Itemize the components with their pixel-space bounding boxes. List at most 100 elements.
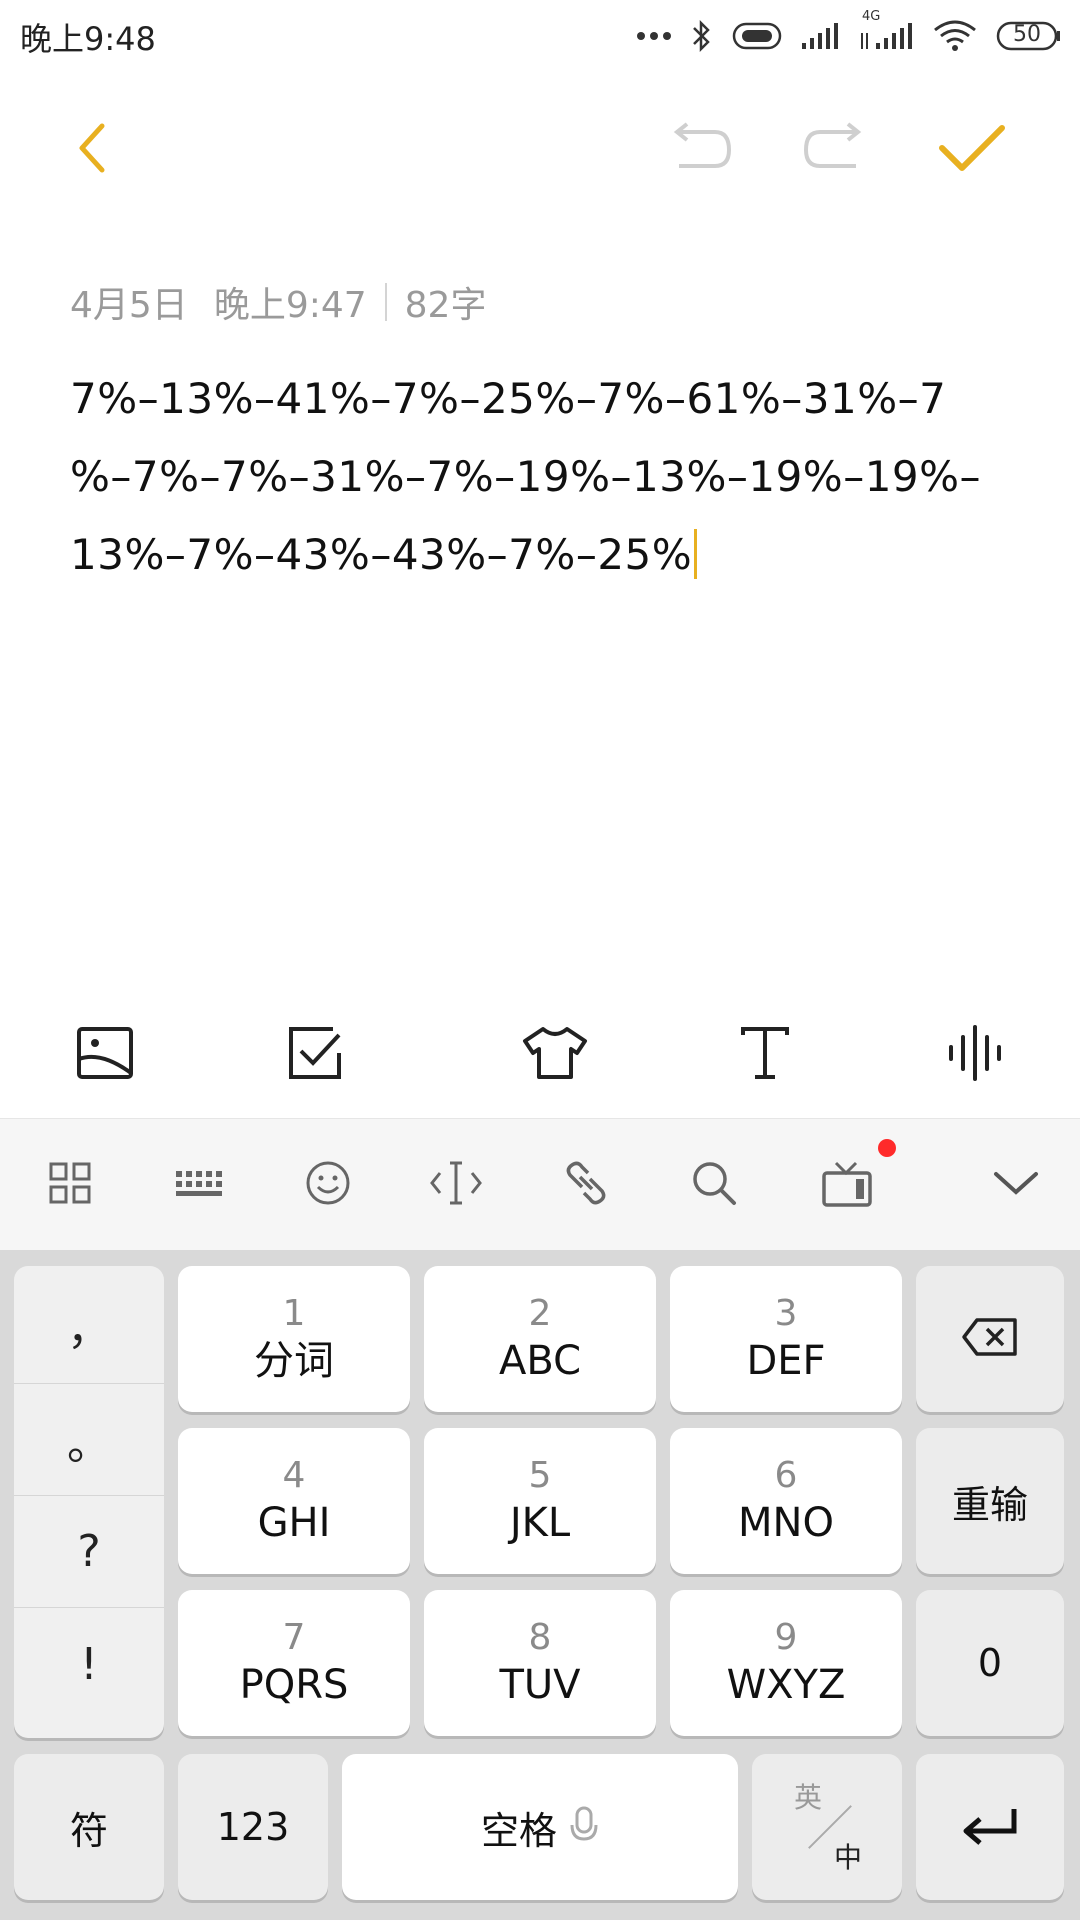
note-line-last: 13%–7%–43%–43%–7%–25% — [70, 516, 1000, 594]
notification-dot — [878, 1139, 896, 1157]
microphone-icon — [569, 1805, 599, 1849]
key-number: 1 — [282, 1293, 306, 1334]
undo-button[interactable] — [660, 110, 740, 190]
reenter-key[interactable]: 重输 — [916, 1428, 1064, 1574]
numbers-label: 123 — [216, 1805, 290, 1849]
theme-shirt-icon — [521, 1025, 589, 1085]
meta-divider — [384, 283, 387, 321]
key-number: 7 — [282, 1617, 306, 1658]
key-0-label: 0 — [977, 1641, 1003, 1685]
cursor-icon — [430, 1159, 482, 1211]
battery-level: 50 — [1013, 22, 1041, 47]
cursor-move-button[interactable] — [420, 1149, 492, 1221]
key-number: 3 — [774, 1293, 798, 1334]
enter-arrow-icon — [960, 1805, 1020, 1849]
video-button[interactable] — [812, 1139, 896, 1221]
key-letters: MNO — [738, 1500, 834, 1546]
checkbox-icon — [285, 1025, 345, 1085]
punct-comma-key[interactable]: ， — [14, 1266, 164, 1384]
emoji-icon — [304, 1159, 352, 1211]
key-1[interactable]: 1 分词 — [178, 1266, 410, 1412]
save-button[interactable] — [932, 110, 1012, 190]
keyboard-icon — [174, 1165, 222, 1205]
punctuation-column: ， 。 ? ! — [14, 1266, 164, 1738]
backspace-icon — [961, 1317, 1019, 1361]
key-letters: JKL — [509, 1500, 571, 1546]
signal-icon — [800, 21, 840, 51]
status-time: 晚上9:48 — [20, 20, 156, 58]
note-date: 4月5日 — [70, 285, 188, 326]
undo-icon — [665, 118, 735, 182]
keyboard-search-button[interactable] — [678, 1149, 750, 1221]
punct-period-key[interactable]: 。 — [14, 1384, 164, 1496]
voice-record-button[interactable] — [930, 1010, 1020, 1100]
status-bar: 晚上9:48 4G 50 — [0, 0, 1080, 72]
note-editor[interactable]: 7%–13%–41%–7%–25%–7%–61%–31%–7 %–7%–7%–3… — [70, 360, 1000, 594]
punct-question-key[interactable]: ? — [14, 1496, 164, 1608]
key-letters: 分词 — [254, 1338, 334, 1384]
note-line-text: 13%–7%–43%–43%–7%–25% — [70, 530, 693, 579]
key-0[interactable]: 0 — [916, 1590, 1064, 1736]
enter-key[interactable] — [916, 1754, 1064, 1900]
insert-image-button[interactable] — [60, 1010, 150, 1100]
key-8[interactable]: 8 TUV — [424, 1590, 656, 1736]
back-arrow-icon — [72, 118, 112, 182]
key-2[interactable]: 2 ABC — [424, 1266, 656, 1412]
key-4[interactable]: 4 GHI — [178, 1428, 410, 1574]
status-icons: 4G 50 — [636, 9, 1062, 58]
space-label: 空格 — [480, 1808, 557, 1853]
language-switch-key[interactable]: 英 中 — [752, 1754, 902, 1900]
format-toolbar — [0, 1000, 1080, 1120]
keyboard-layout-button[interactable] — [162, 1149, 234, 1221]
key-letters: WXYZ — [726, 1662, 846, 1708]
symbols-key[interactable]: 符 — [14, 1754, 164, 1900]
image-icon — [75, 1025, 135, 1085]
redo-button[interactable] — [795, 110, 875, 190]
key-number: 9 — [774, 1617, 798, 1658]
theme-button[interactable] — [510, 1010, 600, 1100]
hide-keyboard-button[interactable] — [980, 1149, 1052, 1221]
keyboard: ， 。 ? ! 1 分词 2 ABC 3 DEF 4 GHI 5 JKL 6 M… — [0, 1250, 1080, 1920]
key-6[interactable]: 6 MNO — [670, 1428, 902, 1574]
symbols-label: 符 — [69, 1808, 108, 1853]
link-icon — [562, 1159, 610, 1211]
tv-icon — [822, 1159, 874, 1211]
wifi-icon — [932, 20, 978, 52]
text-format-icon — [737, 1025, 793, 1085]
key-5[interactable]: 5 JKL — [424, 1428, 656, 1574]
text-cursor — [694, 529, 698, 579]
emoji-button[interactable] — [292, 1149, 364, 1221]
key-number: 2 — [528, 1293, 552, 1334]
more-dots-icon — [636, 30, 672, 42]
back-button[interactable] — [52, 110, 132, 190]
keyboard-menu-button[interactable] — [34, 1149, 106, 1221]
key-letters: PQRS — [239, 1662, 349, 1708]
backspace-key[interactable] — [916, 1266, 1064, 1412]
key-9[interactable]: 9 WXYZ — [670, 1590, 902, 1736]
search-icon — [690, 1159, 738, 1211]
text-format-button[interactable] — [720, 1010, 810, 1100]
vibrate-icon — [732, 21, 782, 51]
key-number: 4 — [282, 1455, 306, 1496]
bluetooth-icon — [690, 18, 714, 54]
redo-icon — [800, 118, 870, 182]
key-letters: GHI — [257, 1500, 331, 1546]
lang-english-label: 英 — [794, 1781, 823, 1814]
note-toolbar — [0, 90, 1080, 210]
note-time: 晚上9:47 — [213, 285, 367, 326]
note-line: %–7%–7%–31%–7%–19%–13%–19%–19%– — [70, 452, 982, 501]
lang-chinese-label: 中 — [833, 1841, 862, 1874]
key-7[interactable]: 7 PQRS — [178, 1590, 410, 1736]
battery-icon: 50 — [996, 20, 1062, 52]
punct-exclaim-key[interactable]: ! — [14, 1608, 164, 1720]
key-letters: ABC — [498, 1338, 582, 1384]
checklist-button[interactable] — [270, 1010, 360, 1100]
note-char-count: 82字 — [404, 285, 487, 326]
key-letters: DEF — [746, 1338, 826, 1384]
numbers-key[interactable]: 123 — [178, 1754, 328, 1900]
space-key[interactable]: 空格 — [342, 1754, 738, 1900]
clipboard-link-button[interactable] — [550, 1149, 622, 1221]
checkmark-icon — [936, 118, 1008, 182]
key-3[interactable]: 3 DEF — [670, 1266, 902, 1412]
reenter-label: 重输 — [951, 1482, 1028, 1527]
